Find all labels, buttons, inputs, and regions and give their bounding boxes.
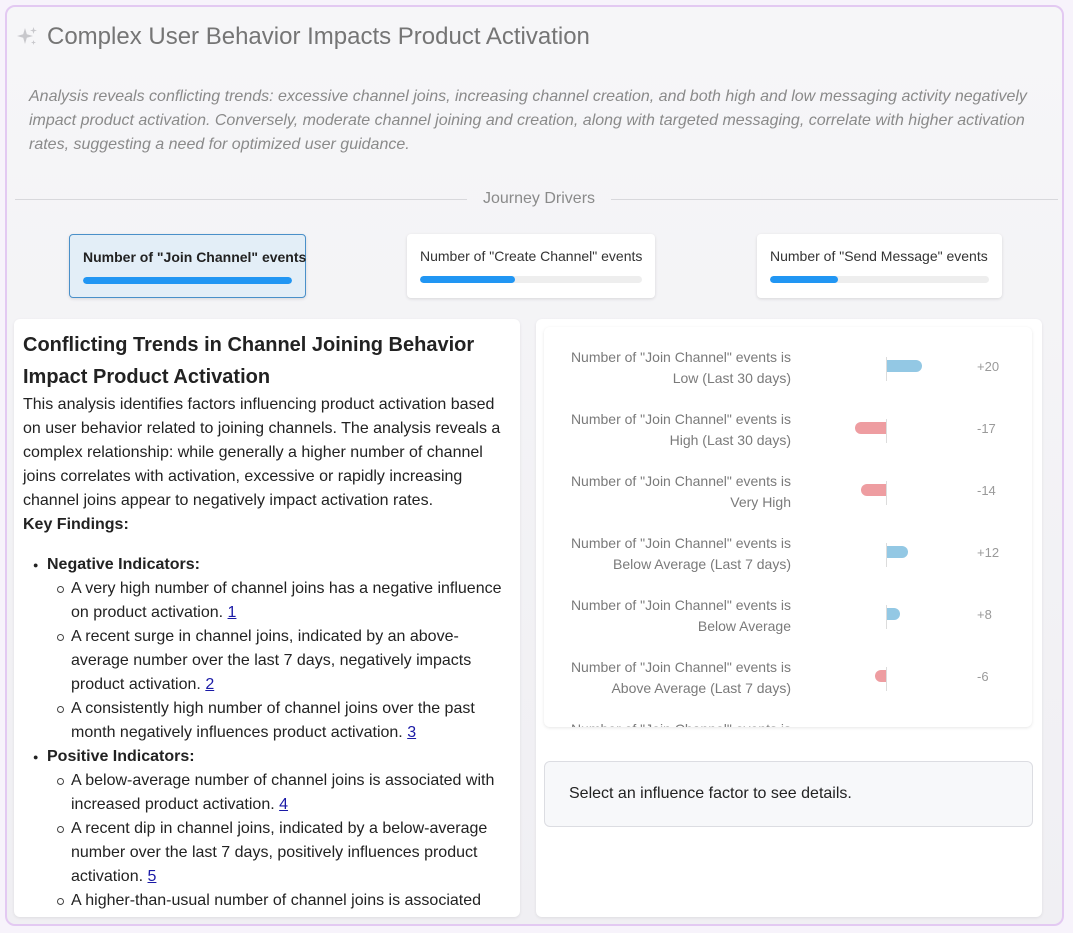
reference-link[interactable]: 4 — [279, 796, 288, 813]
factor-axis — [886, 357, 887, 381]
finding-group-heading: Positive Indicators: — [47, 748, 195, 765]
reference-link[interactable]: 2 — [205, 676, 214, 693]
section-divider: Journey Drivers — [15, 190, 1058, 208]
reference-link[interactable]: 5 — [148, 868, 157, 885]
article-title: Conflicting Trends in Channel Joining Be… — [23, 334, 475, 388]
influence-factors-list[interactable]: Number of "Join Channel" events is Low (… — [544, 327, 1032, 727]
finding-sublist: A below-average number of channel joins … — [47, 769, 512, 913]
finding-item: A below-average number of channel joins … — [57, 769, 512, 817]
influence-factor-row[interactable]: Number of "Join Channel" events is Above… — [544, 649, 1032, 711]
factor-label: Number of "Join Channel" events is Above… — [570, 659, 791, 696]
driver-label: Number of "Join Channel" events — [83, 249, 307, 265]
factor-label: Number of "Join Channel" events is Below… — [570, 597, 791, 634]
page-title: Complex User Behavior Impacts Product Ac… — [47, 23, 590, 50]
driver-progress-fill — [83, 277, 292, 284]
factor-bar-negative — [860, 484, 886, 496]
influence-panel: Number of "Join Channel" events is Low (… — [536, 319, 1042, 917]
finding-group-heading: Negative Indicators: — [47, 556, 200, 573]
finding-item: A very high number of channel joins has … — [57, 577, 512, 625]
finding-item: A recent surge in channel joins, indicat… — [57, 625, 512, 697]
factor-axis — [886, 419, 887, 443]
driver-progress-fill — [770, 276, 838, 283]
factor-bar-negative — [875, 670, 886, 682]
reference-link[interactable]: 1 — [228, 604, 237, 621]
finding-sublist: A very high number of channel joins has … — [47, 577, 512, 745]
driver-card-2[interactable]: Number of "Create Channel" events — [407, 234, 655, 298]
finding-group: Negative Indicators: A very high number o… — [33, 553, 512, 745]
findings-list: Negative Indicators: A very high number o… — [23, 553, 512, 913]
finding-item: A consistently high number of channel jo… — [57, 697, 512, 745]
driver-card-1[interactable]: Number of "Join Channel" events — [69, 234, 306, 298]
driver-progress-track — [420, 276, 642, 283]
influence-factor-row[interactable]: Number of "Join Channel" events is High … — [544, 401, 1032, 463]
divider-line-left — [15, 199, 467, 200]
detail-placeholder: Select an influence factor to see detail… — [544, 761, 1033, 827]
divider-line-right — [611, 199, 1058, 200]
driver-label: Number of "Send Message" events — [770, 248, 988, 264]
header: Complex User Behavior Impacts Product Ac… — [15, 23, 590, 51]
finding-text: A very high number of channel joins has … — [71, 580, 502, 621]
influence-factor-row[interactable]: Number of "Join Channel" events is Below… — [544, 587, 1032, 649]
driver-progress-fill — [420, 276, 516, 283]
driver-progress-track — [83, 277, 292, 284]
influence-factor-row[interactable]: Number of "Join Channel" events is Low (… — [544, 339, 1032, 401]
factor-axis — [886, 667, 887, 691]
influence-factor-row[interactable]: Number of "Join Channel" events is Very … — [544, 463, 1032, 525]
factor-value: +8 — [977, 607, 992, 622]
factor-axis — [886, 481, 887, 505]
factor-value: -17 — [977, 421, 996, 436]
factor-axis — [886, 543, 887, 567]
reference-link[interactable]: 3 — [407, 724, 416, 741]
influence-factor-row[interactable]: Number of "Join Channel" events is — [544, 711, 1032, 727]
finding-item: A recent dip in channel joins, indicated… — [57, 817, 512, 889]
finding-text: A recent surge in channel joins, indicat… — [71, 628, 472, 693]
factor-label: Number of "Join Channel" events is Below… — [570, 535, 791, 572]
factor-value: +20 — [977, 359, 1000, 374]
factor-value: -14 — [977, 483, 996, 498]
article-panel: Conflicting Trends in Channel Joining Be… — [14, 319, 520, 917]
finding-item: A higher-than-usual number of channel jo… — [57, 889, 512, 913]
app-frame: Complex User Behavior Impacts Product Ac… — [5, 5, 1064, 926]
factor-label: Number of "Join Channel" events is Very … — [570, 473, 791, 510]
finding-group: Positive Indicators: A below-average numb… — [33, 745, 512, 913]
driver-card-3[interactable]: Number of "Send Message" events — [757, 234, 1002, 298]
factor-bar-negative — [855, 422, 886, 434]
article-intro: This analysis identifies factors influen… — [23, 396, 501, 509]
driver-progress-track — [770, 276, 989, 283]
factor-axis — [886, 605, 887, 629]
key-findings-label: Key Findings: — [23, 516, 129, 533]
section-label: Journey Drivers — [482, 190, 596, 207]
finding-text: A recent dip in channel joins, indicated… — [71, 820, 488, 885]
factor-label: Number of "Join Channel" events is Low (… — [570, 349, 791, 386]
finding-text: A higher-than-usual number of channel jo… — [71, 892, 482, 909]
factor-bar-positive — [886, 546, 908, 558]
factor-bar-positive — [886, 608, 901, 620]
factor-value: -6 — [977, 669, 989, 684]
factor-bar-positive — [886, 360, 922, 372]
factor-value: +12 — [977, 545, 1000, 560]
sparkle-icon — [17, 27, 37, 45]
factor-label: Number of "Join Channel" events is — [551, 719, 791, 727]
summary-text: Analysis reveals conflicting trends: exc… — [29, 88, 1027, 153]
influence-factor-row[interactable]: Number of "Join Channel" events is Below… — [544, 525, 1032, 587]
factor-label: Number of "Join Channel" events is High … — [570, 411, 791, 448]
driver-label: Number of "Create Channel" events — [420, 248, 643, 264]
